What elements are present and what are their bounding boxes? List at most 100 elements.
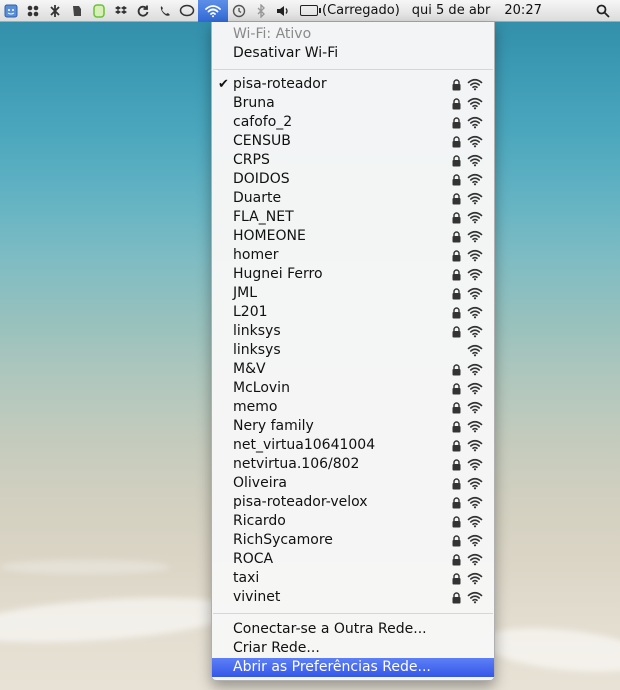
lock-icon xyxy=(452,117,461,129)
wifi-signal-icon xyxy=(467,439,483,452)
wifi-signal-icon xyxy=(467,230,483,243)
network-name: net_virtua10641004 xyxy=(233,437,376,453)
lock-icon xyxy=(452,155,461,167)
network-name: pisa-roteador xyxy=(233,76,327,92)
network-item[interactable]: ROCA xyxy=(212,550,494,569)
network-item[interactable]: vivinet xyxy=(212,588,494,607)
network-name: pisa-roteador-velox xyxy=(233,494,368,510)
lock-icon xyxy=(452,459,461,471)
wifi-signal-icon xyxy=(467,401,483,414)
spotlight-icon[interactable] xyxy=(592,0,614,22)
network-name: CENSUB xyxy=(233,133,291,149)
wifi-icon[interactable] xyxy=(198,0,228,22)
network-item[interactable]: Duarte xyxy=(212,189,494,208)
network-name: vivinet xyxy=(233,589,281,605)
disable-wifi-item[interactable]: Desativar Wi-Fi xyxy=(212,44,494,63)
network-item[interactable]: pisa-roteador-velox xyxy=(212,493,494,512)
network-item[interactable]: CENSUB xyxy=(212,132,494,151)
network-item[interactable]: linksys xyxy=(212,341,494,360)
wifi-signal-icon xyxy=(467,154,483,167)
network-name: Bruna xyxy=(233,95,275,111)
wifi-signal-icon xyxy=(467,572,483,585)
bluetooth-icon[interactable] xyxy=(250,0,272,22)
dropbox-icon[interactable] xyxy=(110,0,132,22)
menubar-time[interactable]: 20:27 xyxy=(496,3,547,18)
phone-icon[interactable] xyxy=(154,0,176,22)
lock-icon xyxy=(452,136,461,148)
wifi-signal-icon xyxy=(467,306,483,319)
wifi-signal-icon xyxy=(467,591,483,604)
battery-status-label: (Carregado) xyxy=(322,3,400,18)
lock-icon xyxy=(452,307,461,319)
network-item[interactable]: HOMEONE xyxy=(212,227,494,246)
network-name: cafofo_2 xyxy=(233,114,293,130)
battery-status[interactable]: (Carregado) xyxy=(294,3,406,18)
menubar-date[interactable]: qui 5 de abr xyxy=(406,3,497,18)
lock-icon xyxy=(452,231,461,243)
separator xyxy=(213,613,493,614)
wifi-signal-icon xyxy=(467,287,483,300)
network-item[interactable]: CRPS xyxy=(212,151,494,170)
green-app-icon[interactable] xyxy=(88,0,110,22)
network-item[interactable]: memo xyxy=(212,398,494,417)
network-item[interactable]: RichSycamore xyxy=(212,531,494,550)
network-item[interactable]: M&V xyxy=(212,360,494,379)
network-item[interactable]: Hugnei Ferro xyxy=(212,265,494,284)
network-name: HOMEONE xyxy=(233,228,306,244)
network-item[interactable]: taxi xyxy=(212,569,494,588)
lock-icon xyxy=(452,288,461,300)
create-network-item[interactable]: Criar Rede... xyxy=(212,639,494,658)
network-name: memo xyxy=(233,399,278,415)
network-item[interactable]: Nery family xyxy=(212,417,494,436)
lock-icon xyxy=(452,421,461,433)
network-item[interactable]: net_virtua10641004 xyxy=(212,436,494,455)
network-item[interactable]: L201 xyxy=(212,303,494,322)
network-item[interactable]: DOIDOS xyxy=(212,170,494,189)
lock-icon xyxy=(452,269,461,281)
open-network-preferences-item[interactable]: Abrir as Preferências Rede... xyxy=(212,658,494,677)
network-item[interactable]: ✔ pisa-roteador xyxy=(212,75,494,94)
wifi-signal-icon xyxy=(467,553,483,566)
time-machine-icon[interactable] xyxy=(228,0,250,22)
lock-icon xyxy=(452,440,461,452)
network-item[interactable]: FLA_NET xyxy=(212,208,494,227)
chat-icon[interactable] xyxy=(176,0,198,22)
network-item[interactable]: Oliveira xyxy=(212,474,494,493)
wifi-signal-icon xyxy=(467,382,483,395)
menu-bar: (Carregado) qui 5 de abr 20:27 xyxy=(0,0,620,22)
network-item[interactable]: cafofo_2 xyxy=(212,113,494,132)
wifi-signal-icon xyxy=(467,458,483,471)
wifi-signal-icon xyxy=(467,534,483,547)
volume-icon[interactable] xyxy=(272,0,294,22)
sync-icon[interactable] xyxy=(132,0,154,22)
grid-icon[interactable] xyxy=(22,0,44,22)
network-item[interactable]: Bruna xyxy=(212,94,494,113)
network-name: L201 xyxy=(233,304,268,320)
battery-icon xyxy=(300,5,321,16)
lock-icon xyxy=(452,402,461,414)
network-item[interactable]: homer xyxy=(212,246,494,265)
lock-icon xyxy=(452,364,461,376)
lock-icon xyxy=(452,383,461,395)
lock-icon xyxy=(452,212,461,224)
network-name: linksys xyxy=(233,323,281,339)
wifi-signal-icon xyxy=(467,249,483,262)
wifi-menu: Wi-Fi: Ativo Desativar Wi-Fi ✔ pisa-rotea… xyxy=(211,22,495,681)
lock-icon xyxy=(452,535,461,547)
network-item[interactable]: JML xyxy=(212,284,494,303)
network-name: RichSycamore xyxy=(233,532,333,548)
network-item[interactable]: linksys xyxy=(212,322,494,341)
network-item[interactable]: McLovin xyxy=(212,379,494,398)
finder-icon[interactable] xyxy=(0,0,22,22)
lock-icon xyxy=(452,326,461,338)
network-name: Oliveira xyxy=(233,475,287,491)
network-name: M&V xyxy=(233,361,266,377)
network-item[interactable]: Ricardo xyxy=(212,512,494,531)
evernote-icon[interactable] xyxy=(66,0,88,22)
network-name: netvirtua.106/802 xyxy=(233,456,360,472)
connect-other-network-item[interactable]: Conectar-se a Outra Rede... xyxy=(212,620,494,639)
network-name: Duarte xyxy=(233,190,282,206)
bluetooth-tool-icon[interactable] xyxy=(44,0,66,22)
lock-icon xyxy=(452,592,461,604)
network-item[interactable]: netvirtua.106/802 xyxy=(212,455,494,474)
